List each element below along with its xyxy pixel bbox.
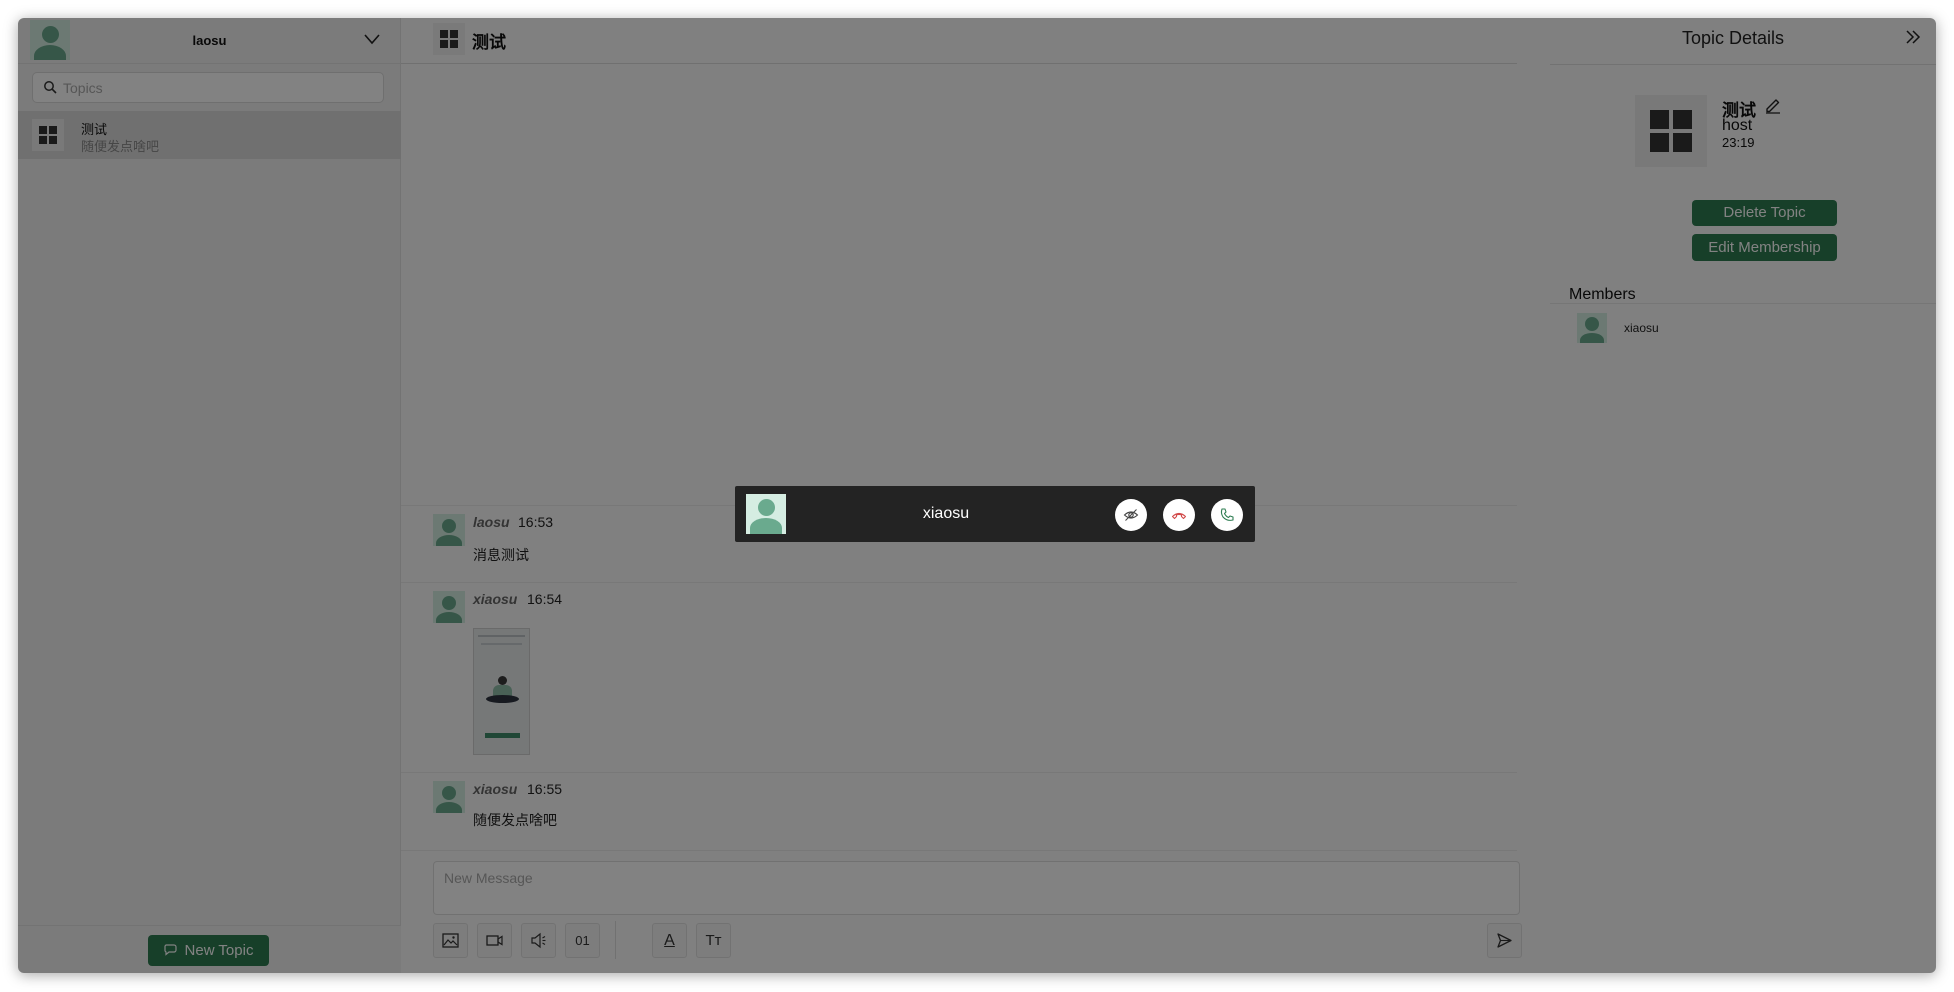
hang-up-button[interactable]	[1163, 499, 1195, 531]
hang-up-icon	[1171, 512, 1187, 520]
caller-name: xiaosu	[922, 505, 970, 522]
hide-call-button[interactable]	[1115, 499, 1147, 531]
hide-icon	[1123, 509, 1139, 521]
incoming-call-panel: xiaosu	[735, 486, 1255, 542]
answer-icon	[1220, 508, 1234, 521]
answer-call-button[interactable]	[1211, 499, 1243, 531]
app-window: laosu 测试 随便发点啥吧	[18, 18, 1936, 973]
